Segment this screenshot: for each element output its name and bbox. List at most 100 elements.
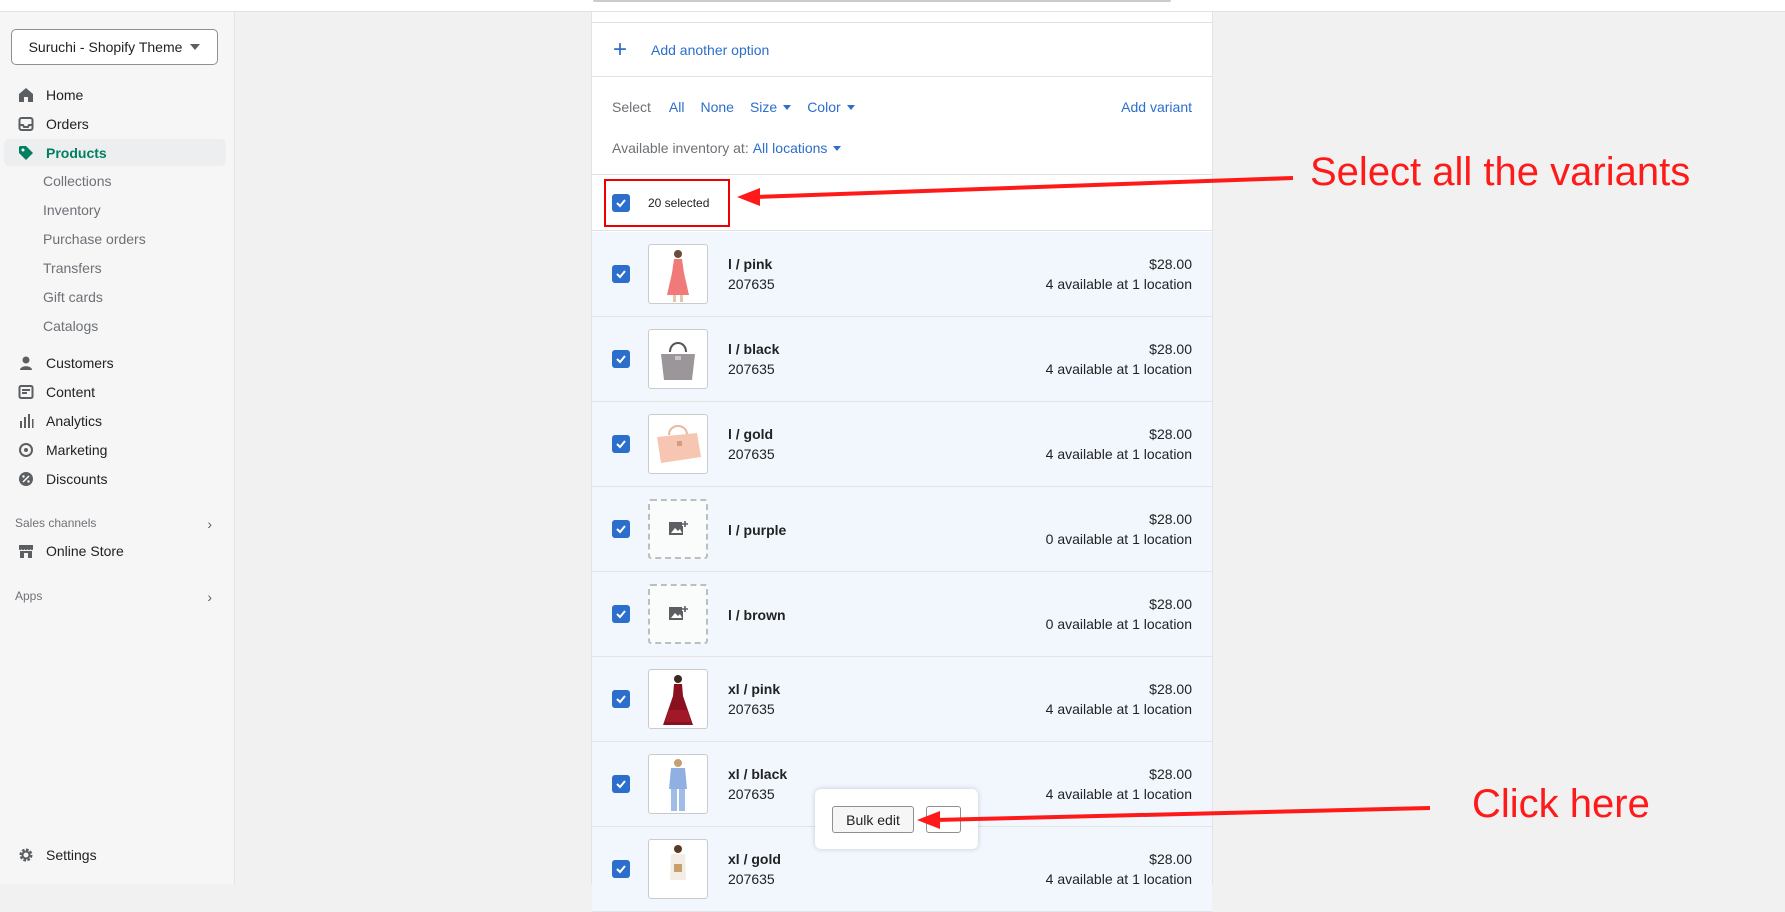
top-bar	[0, 0, 1785, 12]
section-label: Sales channels	[15, 516, 97, 530]
add-image-placeholder[interactable]	[648, 584, 708, 644]
size-filter-label: Size	[749, 99, 778, 115]
nav-home[interactable]: Home	[4, 81, 226, 108]
add-option-link[interactable]: Add another option	[651, 42, 769, 58]
variant-checkbox[interactable]	[612, 350, 630, 368]
search-bar[interactable]	[593, 0, 1171, 2]
variant-checkbox[interactable]	[612, 605, 630, 623]
nav-sub-gift-cards[interactable]: Gift cards	[43, 287, 103, 307]
variant-image-blue-shirt[interactable]	[648, 754, 708, 814]
select-row: Select All None Size Color Add variant	[612, 99, 1192, 115]
select-none-link[interactable]: None	[700, 99, 733, 115]
gear-icon	[18, 847, 34, 863]
location-label: All locations	[752, 140, 828, 156]
sales-channels-section[interactable]: Sales channels ›	[15, 516, 212, 532]
variant-name: xl / black	[728, 766, 788, 782]
more-actions-button[interactable]	[926, 806, 961, 833]
nav-products[interactable]: Products	[4, 139, 226, 166]
select-label: Select	[612, 99, 651, 115]
variant-checkbox[interactable]	[612, 265, 630, 283]
variant-availability: 4 available at 1 location	[1045, 446, 1192, 462]
variant-row[interactable]: l / pink 207635 $28.00 4 available at 1 …	[592, 232, 1212, 317]
nav-label: Home	[46, 86, 84, 103]
select-all-link[interactable]: All	[669, 99, 685, 115]
nav-sub-purchase-orders[interactable]: Purchase orders	[43, 229, 146, 249]
variant-sku: 207635	[728, 446, 775, 462]
nav-sub-collections[interactable]: Collections	[43, 171, 111, 191]
add-image-icon	[669, 520, 688, 535]
add-variant-link[interactable]: Add variant	[1121, 99, 1192, 115]
target-icon	[18, 442, 34, 458]
variant-checkbox[interactable]	[612, 435, 630, 453]
nav-sub-inventory[interactable]: Inventory	[43, 200, 101, 220]
variant-sku: 207635	[728, 361, 775, 377]
variant-row[interactable]: l / purple $28.00 0 available at 1 locat…	[592, 487, 1212, 572]
variant-image-peach-bag[interactable]	[648, 414, 708, 474]
check-icon	[616, 695, 626, 704]
variant-name: xl / pink	[728, 681, 781, 697]
tag-icon	[18, 145, 34, 161]
nav-online-store[interactable]: Online Store	[4, 537, 226, 564]
variant-image-red-dress[interactable]	[648, 669, 708, 729]
annotation-highlight-box	[604, 179, 730, 227]
location-select[interactable]: All locations	[753, 140, 842, 156]
variant-row[interactable]: l / gold 207635 $28.00 4 available at 1 …	[592, 402, 1212, 487]
variant-checkbox[interactable]	[612, 520, 630, 538]
chevron-right-icon: ›	[207, 516, 212, 532]
discount-icon	[18, 471, 34, 487]
nav-content[interactable]: Content	[4, 378, 226, 405]
color-filter[interactable]: Color	[807, 99, 855, 115]
variant-name: xl / gold	[728, 851, 781, 867]
nav-orders[interactable]: Orders	[4, 110, 226, 137]
variant-checkbox[interactable]	[612, 775, 630, 793]
check-icon	[616, 865, 626, 874]
nav-sub-transfers[interactable]: Transfers	[43, 258, 102, 278]
variant-row[interactable]: l / black 207635 $28.00 4 available at 1…	[592, 317, 1212, 402]
check-icon	[616, 270, 626, 279]
plus-icon: +	[613, 35, 628, 63]
add-option-row[interactable]: + Add another option	[592, 22, 1212, 77]
nav-sub-catalogs[interactable]: Catalogs	[43, 316, 98, 336]
variant-availability: 0 available at 1 location	[1045, 531, 1192, 547]
variant-image-grey-bag[interactable]	[648, 329, 708, 389]
inbox-icon	[18, 116, 34, 132]
nav-label: Orders	[46, 115, 89, 132]
nav-label: Discounts	[46, 470, 108, 487]
caret-down-icon	[846, 104, 855, 110]
nav-analytics[interactable]: Analytics	[4, 407, 226, 434]
inventory-label: Available inventory at:	[612, 140, 749, 156]
variant-price: $28.00	[1149, 426, 1192, 442]
add-image-placeholder[interactable]	[648, 499, 708, 559]
section-label: Apps	[15, 589, 43, 603]
variant-image-pink-dress[interactable]	[648, 244, 708, 304]
variant-availability: 4 available at 1 location	[1045, 786, 1192, 802]
variant-checkbox[interactable]	[612, 860, 630, 878]
nav-label: Analytics	[46, 412, 103, 429]
variant-row[interactable]: xl / pink 207635 $28.00 4 available at 1…	[592, 657, 1212, 742]
variant-availability: 0 available at 1 location	[1045, 616, 1192, 632]
apps-section[interactable]: Apps ›	[15, 589, 212, 605]
nav-settings[interactable]: Settings	[4, 841, 226, 868]
nav-marketing[interactable]: Marketing	[4, 436, 226, 463]
store-name: Suruchi - Shopify Theme	[28, 39, 183, 55]
variant-row[interactable]: l / brown $28.00 0 available at 1 locati…	[592, 572, 1212, 657]
bulk-edit-button[interactable]: Bulk edit	[832, 806, 914, 833]
store-selector[interactable]: Suruchi - Shopify Theme	[11, 29, 218, 65]
nav-customers[interactable]: Customers	[4, 349, 226, 376]
variant-checkbox[interactable]	[612, 690, 630, 708]
annotation-click-here: Click here	[1472, 782, 1650, 826]
bar-chart-icon	[18, 413, 34, 429]
size-filter[interactable]: Size	[749, 99, 792, 115]
variant-sku: 207635	[728, 276, 775, 292]
check-icon	[616, 440, 626, 449]
check-icon	[616, 355, 626, 364]
variant-availability: 4 available at 1 location	[1045, 701, 1192, 717]
variant-price: $28.00	[1149, 596, 1192, 612]
variant-availability: 4 available at 1 location	[1045, 871, 1192, 887]
nav-label: Online Store	[46, 542, 124, 559]
check-icon	[616, 780, 626, 789]
variant-image-white-top[interactable]	[648, 839, 708, 899]
color-filter-label: Color	[807, 99, 841, 115]
nav-discounts[interactable]: Discounts	[4, 465, 226, 492]
caret-down-icon	[833, 145, 842, 151]
